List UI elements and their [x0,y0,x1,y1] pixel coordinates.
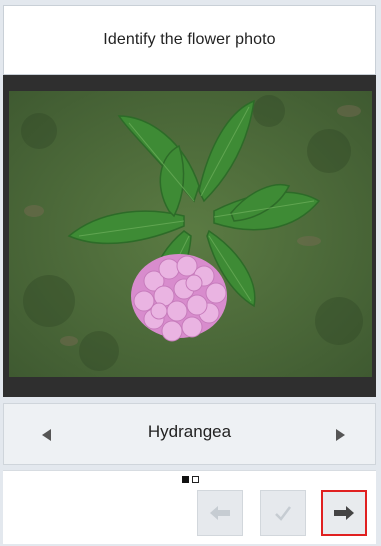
confirm-button[interactable] [260,490,306,536]
photo-frame [3,75,376,397]
next-option-button[interactable] [327,422,353,448]
checkmark-icon [275,506,291,521]
flower-photo [9,91,372,377]
next-button[interactable] [321,490,367,536]
page-dot-1[interactable] [182,476,189,483]
page-indicator [0,476,381,488]
right-triangle-icon [336,429,345,441]
arrow-right-icon [334,506,354,520]
header-bar: Identify the flower photo [3,5,376,75]
page-title: Identify the flower photo [103,31,276,48]
page-dot-2[interactable] [192,476,199,483]
flower-selector: Hydrangea [3,403,376,465]
app-frame: Identify the flower photo Hydrangea [0,0,381,546]
hydrangea-image [9,91,372,377]
arrow-left-icon [210,506,230,520]
back-button[interactable] [197,490,243,536]
flower-name: Hydrangea [147,422,232,441]
